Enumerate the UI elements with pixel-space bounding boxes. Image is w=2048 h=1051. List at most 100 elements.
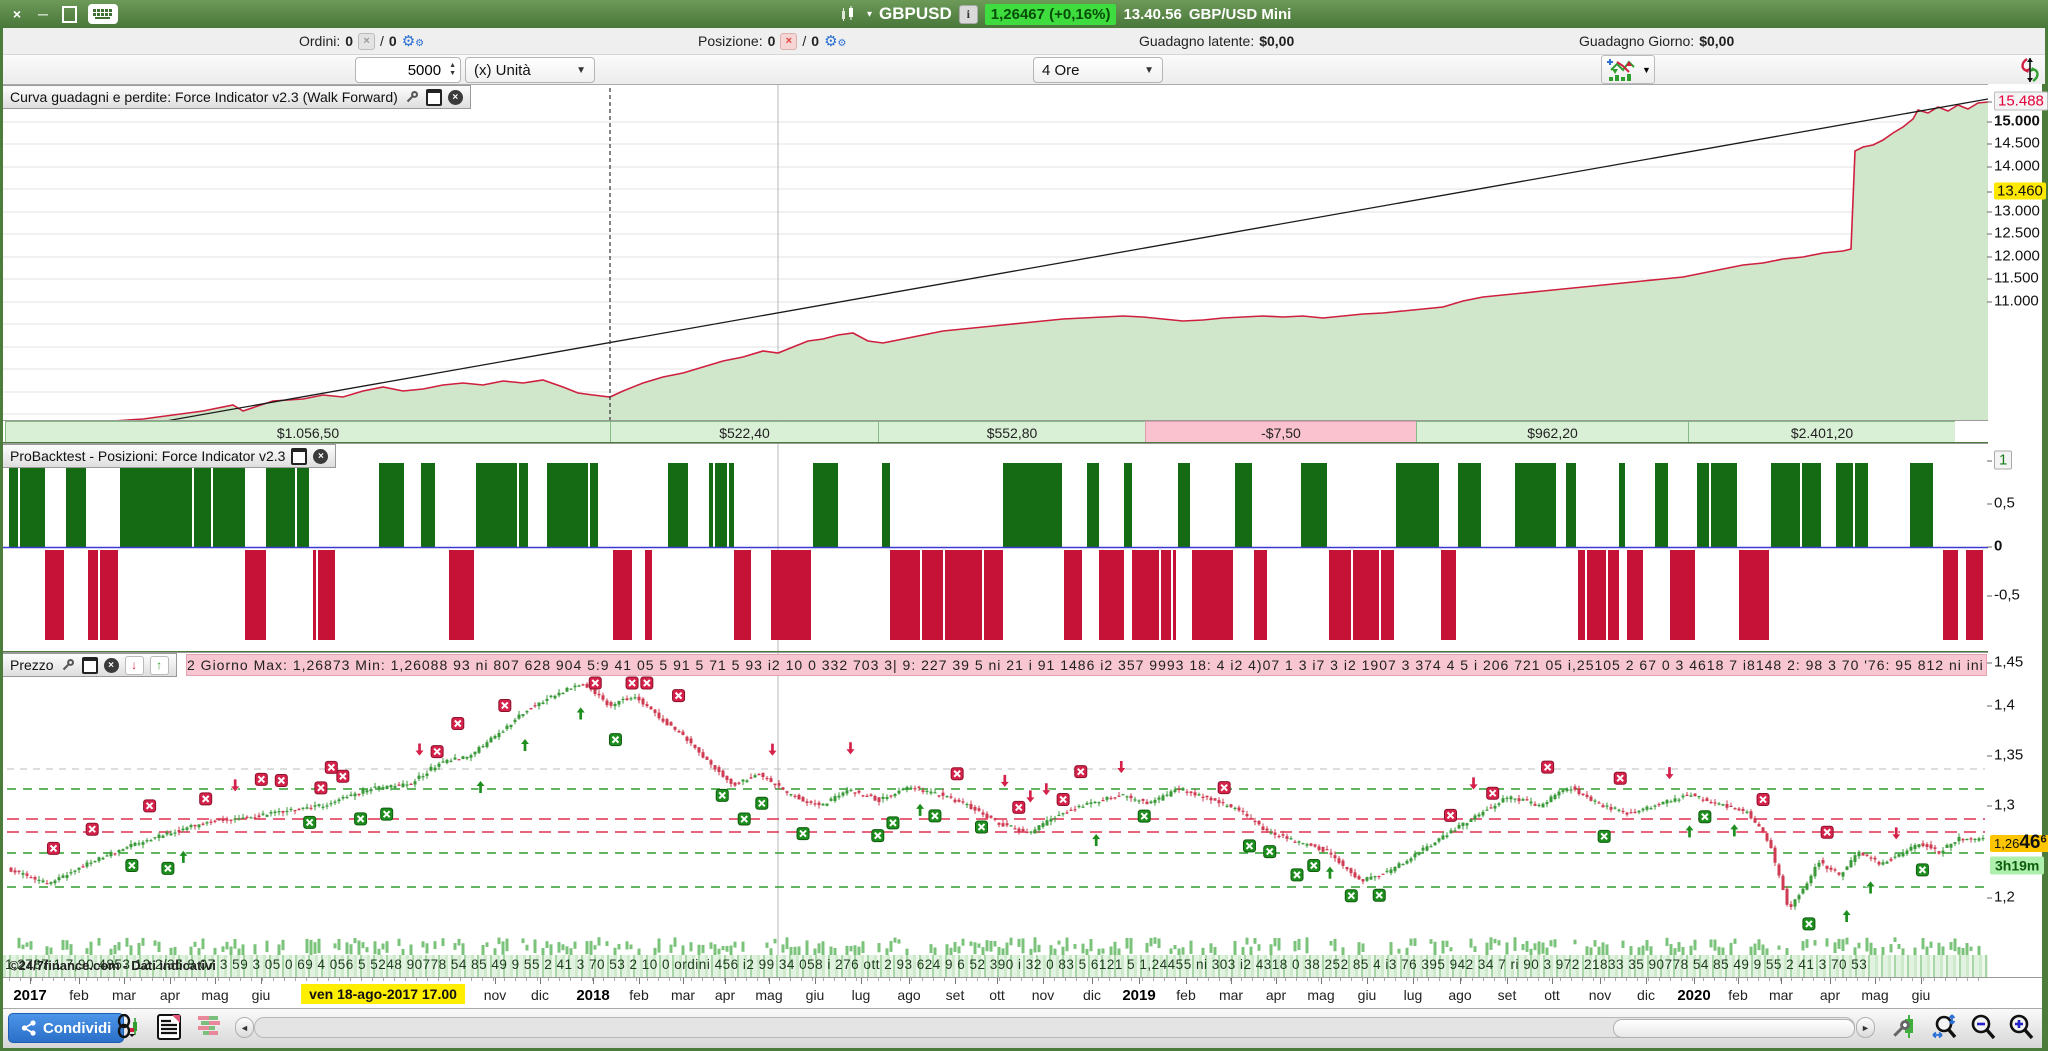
zoom-out-icon[interactable]	[1969, 1013, 1997, 1041]
detach-window-icon[interactable]	[81, 656, 98, 674]
minor-tick	[1472, 978, 1473, 981]
minor-tick	[1450, 978, 1451, 981]
minor-tick	[1197, 978, 1198, 981]
news-icon[interactable]	[155, 1013, 183, 1041]
minor-tick	[1054, 978, 1055, 981]
cancel-orders-icon[interactable]: ×	[358, 32, 376, 50]
minor-tick	[1934, 978, 1935, 981]
major-tick	[1875, 978, 1876, 984]
sell-marker-icon[interactable]: ↓	[124, 655, 144, 675]
minor-tick	[273, 978, 274, 981]
minor-tick	[944, 978, 945, 981]
quantity-input[interactable]	[356, 60, 446, 80]
minor-tick	[1142, 978, 1143, 981]
minor-tick	[20, 978, 21, 981]
orders-settings-icon[interactable]: ⚙⚙	[402, 34, 424, 49]
major-tick	[1231, 978, 1232, 984]
minor-tick	[1285, 978, 1286, 981]
candle-countdown-badge: 3h19m	[1990, 856, 2045, 875]
link-charts-icon[interactable]	[115, 1013, 143, 1041]
zoom-in-icon[interactable]	[2007, 1013, 2035, 1041]
minor-tick	[1461, 978, 1462, 981]
positions-chart[interactable]	[3, 444, 1988, 651]
chart-toolbar: ▲▼ (x) Unità ▼ 4 Ore ▼ ▼	[3, 55, 2045, 84]
equity-chart[interactable]	[3, 85, 1988, 442]
major-tick	[955, 978, 956, 984]
info-icon[interactable]: i	[958, 4, 978, 24]
time-axis-label: apr	[1265, 987, 1287, 1003]
unit-select[interactable]: (x) Unità ▼	[465, 57, 595, 83]
time-axis-label: dic	[531, 987, 549, 1003]
minor-tick	[1318, 978, 1319, 981]
position-settings-icon[interactable]: ⚙⚙	[824, 34, 846, 49]
price-chart[interactable]	[3, 653, 1988, 956]
minor-tick	[53, 978, 54, 981]
orders-slash: /	[380, 33, 384, 49]
close-position-icon[interactable]: ×	[780, 32, 798, 50]
scroll-left-arrow[interactable]: ◄	[235, 1017, 254, 1038]
time-axis-label: apr	[1819, 987, 1841, 1003]
timeframe-select[interactable]: 4 Ore ▼	[1033, 57, 1163, 83]
maximize-window-icon[interactable]	[60, 5, 78, 23]
minor-tick	[1131, 978, 1132, 981]
walkforward-segments-strip: $1.056,50 $522,40 $552,80 -$7,50 $962,20 $2.4…	[3, 420, 1988, 442]
minor-tick	[1263, 978, 1264, 981]
minor-tick	[1791, 978, 1792, 981]
minor-tick	[1758, 978, 1759, 981]
time-axis-label: lug	[851, 987, 871, 1003]
minor-tick	[856, 978, 857, 981]
minor-tick	[1967, 978, 1968, 981]
asset-dropdown-chevron[interactable]: ▾	[867, 9, 872, 20]
minimize-window-icon[interactable]: ─	[34, 5, 52, 23]
close-panel-icon[interactable]: ×	[103, 657, 119, 673]
invert-scale-icon[interactable]	[2019, 57, 2041, 83]
close-panel-icon[interactable]: ×	[313, 448, 329, 464]
time-axis-label: feb	[629, 987, 649, 1003]
buy-marker-icon[interactable]: ↑	[149, 655, 169, 675]
time-axis-label: ott	[1544, 987, 1560, 1003]
price-scale-label: 1,4	[1987, 697, 2015, 714]
timeframe-select-value: 4 Ore	[1042, 61, 1080, 79]
unrealized-pnl-label: Guadagno latente:	[1139, 33, 1255, 49]
time-axis-label: apr	[714, 987, 736, 1003]
chevron-down-icon: ▼	[576, 64, 586, 76]
minor-tick	[207, 978, 208, 981]
minor-tick	[1428, 978, 1429, 981]
order-book-icon[interactable]	[195, 1013, 223, 1041]
major-tick	[1276, 978, 1277, 984]
chart-settings-icon[interactable]	[1891, 1013, 1919, 1041]
detach-window-icon[interactable]	[425, 88, 442, 106]
minor-tick	[1692, 978, 1693, 981]
time-axis-label: mar	[111, 987, 137, 1003]
chart-scrollbar[interactable]	[254, 1017, 1855, 1038]
minor-tick	[1120, 978, 1121, 981]
minor-tick	[427, 978, 428, 981]
asset-symbol[interactable]: GBPUSD	[879, 4, 952, 24]
keyboard-icon[interactable]	[88, 4, 118, 24]
zoom-fit-icon[interactable]	[1931, 1013, 1959, 1041]
chart-type-button[interactable]: ▼	[1601, 55, 1655, 84]
minor-tick	[669, 978, 670, 981]
detach-window-icon[interactable]	[291, 447, 308, 465]
minor-tick	[196, 978, 197, 981]
positions-scale-label: -0,5	[1987, 587, 2020, 604]
minor-tick	[350, 978, 351, 981]
scroll-right-arrow[interactable]: ►	[1856, 1017, 1875, 1038]
wrench-icon[interactable]	[60, 657, 76, 673]
candlestick-style-icon[interactable]	[840, 6, 860, 22]
minor-tick	[97, 978, 98, 981]
share-button[interactable]: Condividi	[8, 1013, 125, 1043]
minor-tick	[1021, 978, 1022, 981]
price-scale-label: 1,45	[1987, 654, 2023, 671]
stepper-arrows-icon[interactable]: ▲ ▼	[445, 62, 460, 79]
scrollbar-thumb[interactable]	[1613, 1019, 1855, 1038]
minor-tick	[383, 978, 384, 981]
minor-tick	[152, 978, 153, 981]
minor-tick	[1802, 978, 1803, 981]
close-window-icon[interactable]: ×	[8, 5, 26, 23]
close-panel-icon[interactable]: ×	[447, 89, 463, 105]
quantity-stepper[interactable]: ▲▼	[355, 57, 461, 83]
major-tick	[683, 978, 684, 984]
minor-tick	[361, 978, 362, 981]
wrench-icon[interactable]	[404, 89, 420, 105]
